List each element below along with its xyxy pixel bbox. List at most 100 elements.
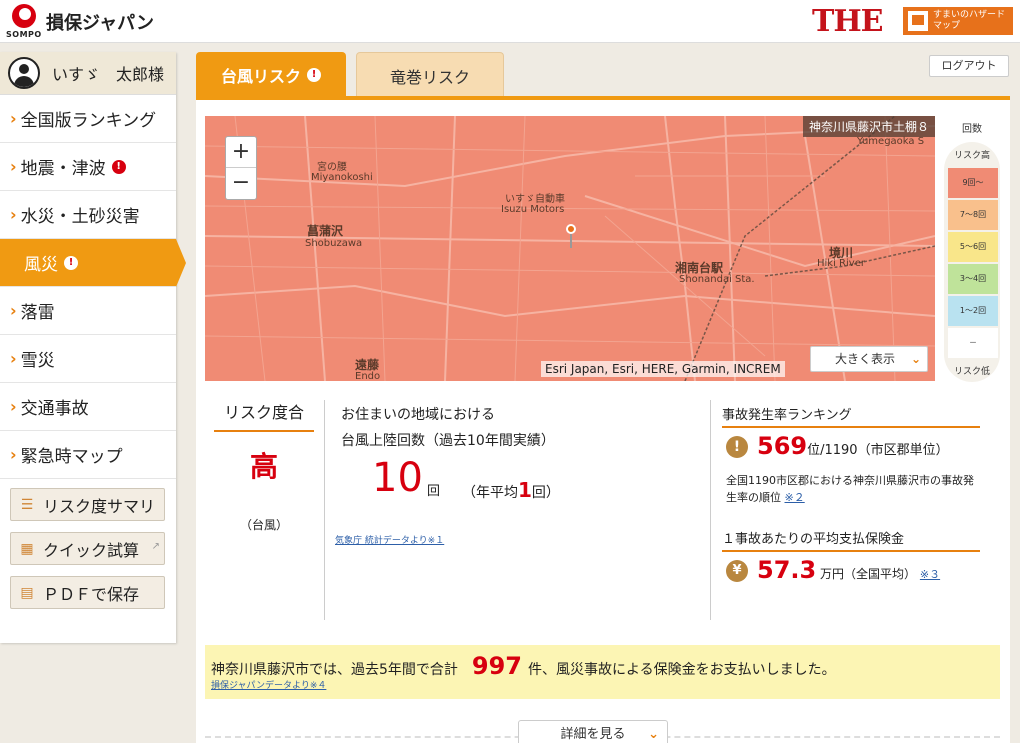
map-label: Isuzu Motors [501, 204, 565, 215]
map-label: いすゞ自動車 [505, 194, 565, 205]
avg-prefix: （年平均 [462, 485, 518, 501]
tab-label: 台風リスク [220, 67, 301, 86]
banner-text: 神奈川県藤沢市では、過去5年間で合計 997 件、風災事故による保険金をお支払いしま… [211, 652, 836, 680]
hazard-map[interactable]: + − 宮の腰 Miyanokoshi 菖蒲沢 Shobuzawa いすゞ自動車… [205, 116, 935, 381]
sidebar-item-emergency-map[interactable]: › 緊急時マップ [0, 431, 176, 479]
list-icon: ☰ [20, 496, 34, 513]
sidebar-item-ranking[interactable]: › 全国版ランキング [0, 95, 176, 143]
sidebar-item-label: 落雷 [20, 303, 55, 323]
sompo-source-link[interactable]: 損保ジャパンデータより※４ [211, 678, 326, 691]
sompo-logo-text: SOMPO [6, 30, 42, 39]
hazard-map-badge: すまいのハザードマップ [903, 7, 1013, 35]
chevron-right-icon: › [10, 205, 17, 224]
chevron-right-icon: › [10, 157, 17, 176]
save-pdf-button[interactable]: ▤ ＰＤＦで保存 [10, 576, 165, 609]
tab-tornado-risk[interactable]: 竜巻リスク [356, 52, 504, 98]
chevron-right-icon: › [10, 397, 17, 416]
chevron-right-icon: › [10, 301, 17, 320]
payout-unit: 万円（全国平均） [820, 567, 917, 581]
legend-scale: リスク高 9回～ 7～8回 5～6回 3～4回 1～2回 － リスク低 [944, 142, 1000, 382]
sidebar-item-label: 雪災 [20, 351, 55, 371]
pdf-icon: ▤ [20, 584, 34, 601]
quick-estimate-button[interactable]: ▦ クイック試算 ↗ [10, 532, 165, 565]
user-avatar-icon [8, 57, 40, 89]
landfall-description: お住まいの地域における 台風上陸回数（過去10年間実績） [341, 402, 555, 454]
sidebar-item-label: 緊急時マップ [20, 447, 123, 467]
risk-summary-button[interactable]: ☰ リスク度サマリ [10, 488, 165, 521]
brand-name: 損保ジャパン [46, 13, 154, 34]
chevron-right-icon: › [10, 349, 17, 368]
location-pin-icon [566, 224, 576, 248]
map-label: Miyanokoshi [311, 172, 373, 183]
save-pdf-label: ＰＤＦで保存 [43, 584, 140, 604]
legend-title: 回数 [962, 124, 982, 135]
banner-prefix: 神奈川県藤沢市では、過去5年間で合計 [211, 662, 458, 678]
risk-level-value: 高 [249, 450, 278, 483]
external-link-icon: ↗ [151, 541, 160, 552]
expand-map-button[interactable]: 大きく表示 ⌄ [810, 346, 928, 372]
landfall-count: 10 [372, 455, 423, 501]
payout-banner: 神奈川県藤沢市では、過去5年間で合計 997 件、風災事故による保険金をお支払いしま… [205, 645, 1000, 699]
avg-suffix: 回） [531, 485, 560, 501]
warning-icon: ! [64, 255, 78, 270]
legend-step: 9回～ [948, 168, 998, 198]
map-label: 菖蒲沢 [307, 224, 344, 238]
sidebar-item-wind[interactable]: 風災 ! [0, 239, 186, 287]
average-payout-heading: １事故あたりの平均支払保険金 [722, 528, 980, 552]
map-location-label: 神奈川県藤沢市土棚８ [802, 116, 935, 137]
main-panel: + − 宮の腰 Miyanokoshi 菖蒲沢 Shobuzawa いすゞ自動車… [196, 96, 1010, 743]
sidebar-item-snow[interactable]: › 雪災 [0, 335, 176, 383]
warning-icon: ! [307, 68, 321, 82]
landfall-count-unit: 回 [427, 484, 441, 499]
expand-map-label: 大きく表示 [835, 352, 896, 366]
map-label: Yumegaoka S [857, 136, 925, 147]
legend-step: 1～2回 [948, 296, 998, 326]
chevron-right-icon: › [10, 445, 17, 464]
logout-button[interactable]: ログアウト [929, 55, 1009, 77]
sidebar-item-flood[interactable]: › 水災・土砂災害 [0, 191, 176, 239]
sidebar-item-label: 全国版ランキング [20, 111, 157, 131]
zoom-in-button[interactable]: + [226, 137, 256, 168]
user-name: いすゞ 太郎様 [52, 65, 165, 84]
warning-icon: ! [111, 159, 126, 174]
show-details-button[interactable]: 詳細を見る ⌄ [518, 720, 668, 743]
yen-icon: ¥ [726, 560, 748, 582]
banner-suffix: 件、風災事故による保険金をお支払いしました。 [528, 662, 836, 678]
tab-label: 竜巻リスク [389, 67, 470, 87]
legend-top-label: リスク高 [953, 151, 990, 161]
accident-ranking-heading: 事故発生率ランキング [722, 404, 980, 428]
zoom-control: + − [225, 136, 257, 200]
house-icon [908, 11, 928, 31]
legend-bottom-label: リスク低 [953, 367, 990, 377]
tab-typhoon-risk[interactable]: 台風リスク ! [196, 52, 346, 98]
chevron-down-icon: ⌄ [648, 727, 659, 742]
rank-number: 569 [757, 432, 808, 460]
the-logo: THE [812, 4, 884, 39]
chevron-right-icon: › [10, 109, 17, 128]
map-label: Shobuzawa [305, 238, 363, 249]
map-label: Shonandai Sta. [679, 274, 755, 285]
divider [710, 400, 711, 620]
map-label: Hiki River [817, 258, 865, 269]
map-label: 宮の腰 [317, 162, 347, 173]
legend-step: 7～8回 [948, 200, 998, 230]
zoom-out-button[interactable]: − [226, 168, 256, 199]
jma-source-link[interactable]: 気象庁 統計データより※１ [335, 533, 444, 546]
sompo-logo[interactable]: SOMPO [6, 4, 46, 40]
avg-value: 1 [518, 478, 532, 502]
map-label: Endo [355, 371, 381, 381]
legend-step: － [948, 328, 998, 358]
sidebar-item-earthquake[interactable]: › 地震・津波 ! [0, 143, 176, 191]
sompo-logo-mark [12, 4, 36, 28]
map-legend: 回数 リスク高 9回～ 7～8回 5～6回 3～4回 1～2回 － リスク低 [944, 116, 1000, 382]
ranking-description-text: 全国1190市区郡における神奈川県藤沢市の事故発生率の順位 [726, 474, 974, 504]
header: SOMPO 損保ジャパン THE すまいのハザードマップ [0, 0, 1020, 43]
ranking-note-link[interactable]: ※２ [785, 491, 805, 504]
landfall-line1: お住まいの地域における [341, 407, 495, 423]
sidebar-item-lightning[interactable]: › 落雷 [0, 287, 176, 335]
sidebar-item-traffic[interactable]: › 交通事故 [0, 383, 176, 431]
legend-step: 5～6回 [948, 232, 998, 262]
payout-note-link[interactable]: ※３ [920, 568, 940, 581]
calculator-icon: ▦ [20, 540, 34, 557]
quick-estimate-label: クイック試算 [43, 540, 140, 560]
